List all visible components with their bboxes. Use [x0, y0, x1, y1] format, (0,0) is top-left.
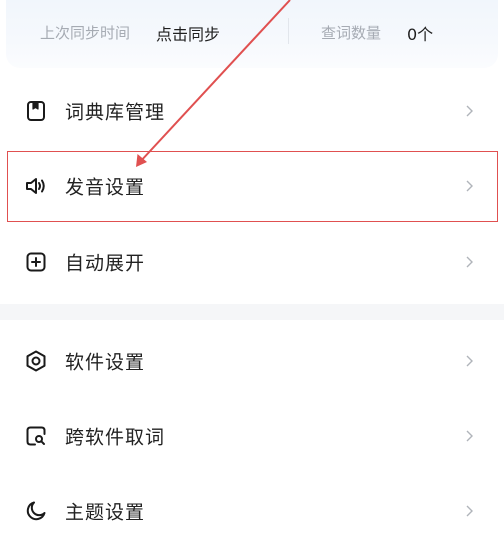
- annotation-arrow: [136, 0, 291, 167]
